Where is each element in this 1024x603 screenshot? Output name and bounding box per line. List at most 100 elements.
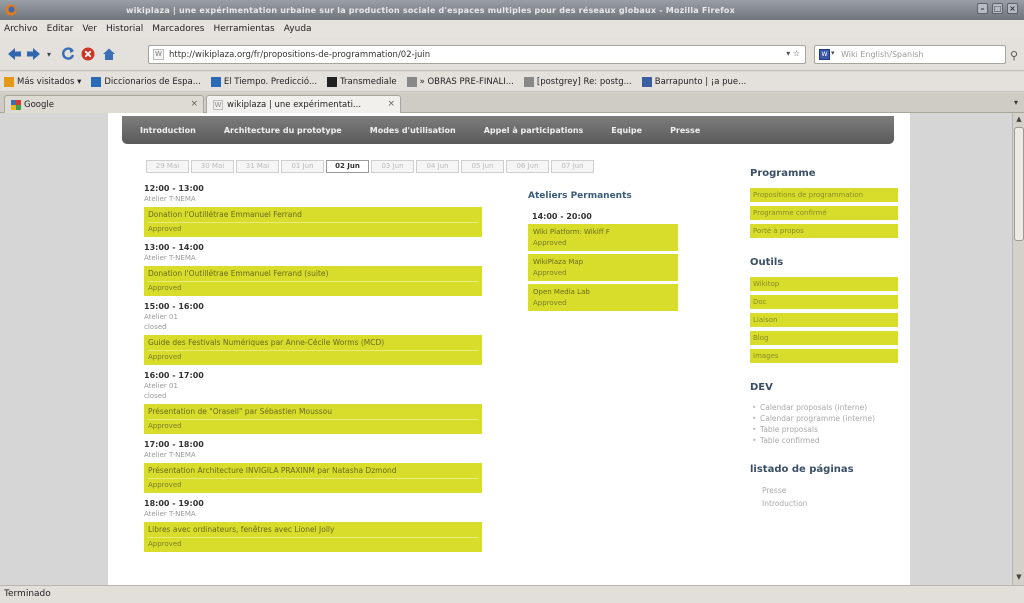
page-viewport: Introduction Architecture du prototype M… [0,113,1012,585]
event-title[interactable]: Présentation de "Orasell" par Sébastien … [148,407,478,417]
atelier-item[interactable]: Wiki Platform: Wikiff F Approved [528,224,678,251]
event-title[interactable]: Donation l'Outillétrae Emmanuel Ferrand [148,210,478,220]
back-button[interactable] [6,46,22,62]
maximize-icon[interactable]: □ [992,3,1003,14]
sidebar-link[interactable]: Doc [750,295,898,309]
nav-introduction[interactable]: Introduction [140,126,196,135]
bookmark-label: Más visitados ▾ [17,76,82,87]
sidebar-link[interactable]: Programme confirmé [750,206,898,220]
history-dropdown[interactable]: ▾ [44,46,54,62]
date-tab[interactable]: 02 Jun [326,160,369,173]
event-title[interactable]: Présentation Architecture INVIGILA PRAXI… [148,466,478,476]
nav-equipe[interactable]: Equipe [611,126,642,135]
tab-close-icon[interactable]: × [387,99,395,109]
slot-event[interactable]: Présentation Architecture INVIGILA PRAXI… [144,463,482,493]
nav-presse[interactable]: Presse [670,126,700,135]
date-tab[interactable]: 03 Jun [371,160,414,173]
menu-archivo[interactable]: Archivo [4,24,38,34]
slot-event[interactable]: Présentation de "Orasell" par Sébastien … [144,404,482,434]
sidebar-link[interactable]: Liaison [750,313,898,327]
nav-architecture[interactable]: Architecture du prototype [224,126,342,135]
url-dropdown-icon[interactable]: ▾ ☆ [786,49,800,58]
menu-ver[interactable]: Ver [82,24,97,34]
sidebar-link[interactable]: Wikitop [750,277,898,291]
tab-list-dropdown-icon[interactable]: ▾ [1014,98,1018,107]
nav-appel[interactable]: Appel à participations [484,126,584,135]
tab-google[interactable]: Google × [4,95,204,113]
atelier-item[interactable]: WikiPlaza Map Approved [528,254,678,281]
scroll-up-icon[interactable]: ▲ [1014,115,1024,125]
bookmark-label: Barrapunto | ¡a pue... [654,76,747,87]
reload-button[interactable] [60,46,76,62]
menu-editar[interactable]: Editar [47,24,74,34]
menu-marcadores[interactable]: Marcadores [152,24,204,34]
slot-event[interactable]: Donation l'Outillétrae Emmanuel Ferrand A… [144,207,482,237]
dev-link[interactable]: Calendar programme (interne) [750,413,900,424]
date-tab[interactable]: 05 Jun [461,160,504,173]
date-tab[interactable]: 31 Mai [236,160,279,173]
dev-link[interactable]: Table proposals [750,424,900,435]
atelier-title[interactable]: Open Media Lab [533,287,673,298]
date-tab[interactable]: 06 Jun [506,160,549,173]
home-button[interactable] [101,46,117,62]
event-title[interactable]: Libres avec ordinateurs, fenêtres avec L… [148,525,478,535]
bookmark-item[interactable]: » OBRAS PRE-FINALI... [406,76,514,87]
forward-button[interactable] [25,46,41,62]
site-favicon: W [153,49,164,60]
slot-event[interactable]: Donation l'Outillétrae Emmanuel Ferrand … [144,266,482,296]
date-tab[interactable]: 07 Jun [551,160,594,173]
sidebar-link[interactable]: Propositions de programmation [750,188,898,202]
listado-link[interactable]: Presse [750,484,900,497]
reload-icon [62,47,75,60]
bookmarks-toolbar: Más visitados ▾ Diccionarios de Espa... El… [0,72,1024,92]
bookmark-item[interactable]: Diccionarios de Espa... [91,76,201,87]
date-tab[interactable]: 01 Jun [281,160,324,173]
event-title[interactable]: Donation l'Outillétrae Emmanuel Ferrand … [148,269,478,279]
site-navigation: Introduction Architecture du prototype M… [122,116,894,144]
dev-link[interactable]: Table confirmed [750,435,900,446]
date-tab[interactable]: 29 Mai [146,160,189,173]
bookmark-item[interactable]: Transmediale [327,76,397,87]
close-icon[interactable]: × [1007,3,1018,14]
bookmark-label: » OBRAS PRE-FINALI... [419,76,514,87]
bookmark-item[interactable]: Más visitados ▾ [4,76,82,87]
menu-ayuda[interactable]: Ayuda [284,24,312,34]
bookmark-item[interactable]: Barrapunto | ¡a pue... [641,76,747,87]
dev-link[interactable]: Calendar proposals (interne) [750,402,900,413]
bookmark-item[interactable]: El Tiempo. Predicció... [210,76,317,87]
search-input[interactable]: W ▾ Wiki English/Spanish [814,45,1006,64]
scroll-down-icon[interactable]: ▼ [1014,573,1024,583]
stop-button[interactable] [80,46,96,62]
menu-herramientas[interactable]: Herramientas [213,24,274,34]
engine-dropdown-icon[interactable]: ▾ [831,49,835,57]
nav-modes[interactable]: Modes d'utilisation [370,126,456,135]
slot-note: closed [144,392,167,400]
magnifier-icon[interactable]: ⚲ [1010,49,1018,62]
ateliers-permanents: Ateliers Permanents 14:00 - 20:00 Wiki P… [528,191,684,314]
slot-event[interactable]: Libres avec ordinateurs, fenêtres avec L… [144,522,482,552]
sidebar-link[interactable]: Blog [750,331,898,345]
slot-event[interactable]: Guide des Festivals Numériques par Anne-… [144,335,482,365]
slot-time: 18:00 - 19:00 [144,499,204,508]
listado-link[interactable]: Introduction [750,497,900,510]
sidebar-link[interactable]: Images [750,349,898,363]
home-icon [103,48,115,60]
menu-historial[interactable]: Historial [106,24,143,34]
sidebar-link[interactable]: Porté à propos [750,224,898,238]
minimize-icon[interactable]: – [977,3,988,14]
atelier-item[interactable]: Open Media Lab Approved [528,284,678,311]
bookmark-item[interactable]: [postgrey] Re: postg... [523,76,632,87]
atelier-title[interactable]: WikiPlaza Map [533,257,673,268]
page-content: Introduction Architecture du prototype M… [108,113,910,585]
scroll-thumb[interactable] [1014,127,1024,241]
date-tab[interactable]: 30 Mai [191,160,234,173]
vertical-scrollbar[interactable]: ▲ ▼ [1012,113,1024,585]
window-titlebar: wikiplaza | une expérimentation urbaine … [0,0,1024,20]
date-tab[interactable]: 04 Jun [416,160,459,173]
event-title[interactable]: Guide des Festivals Numériques par Anne-… [148,338,478,348]
search-engine-icon[interactable]: W [819,49,830,60]
tab-close-icon[interactable]: × [190,99,198,109]
tab-wikiplaza[interactable]: W wikiplaza | une expérimentati... × [206,95,401,113]
url-bar[interactable]: W http://wikiplaza.org/fr/propositions-d… [148,45,806,64]
atelier-title[interactable]: Wiki Platform: Wikiff F [533,227,673,238]
